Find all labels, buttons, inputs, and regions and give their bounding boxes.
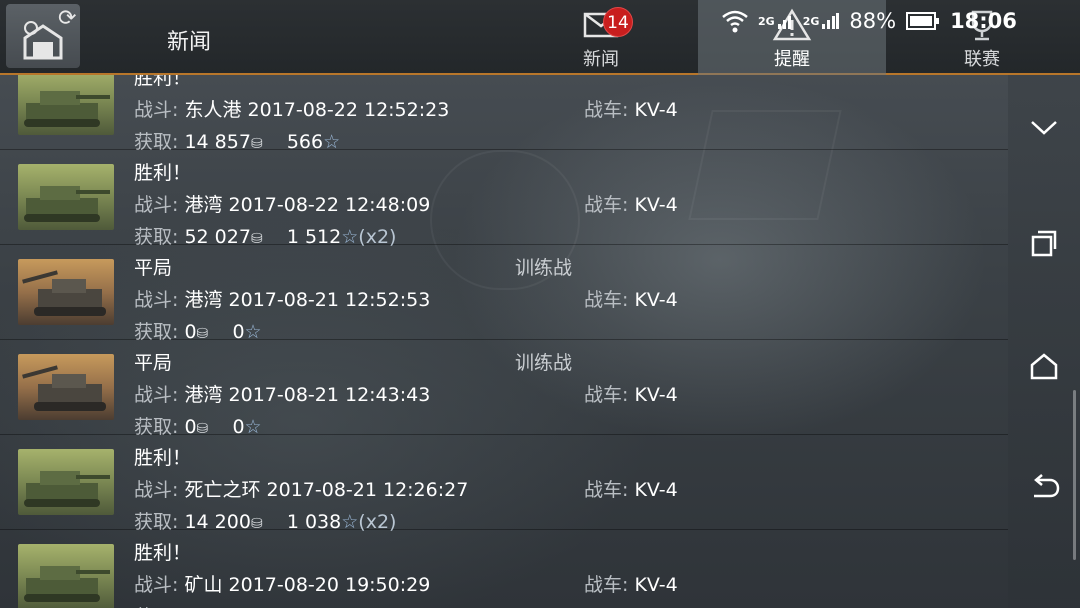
tank-name: KV-4 <box>634 479 678 501</box>
battle-label: 战斗: <box>134 99 179 121</box>
battle-datetime: 2017-08-20 19:50:29 <box>228 574 431 596</box>
tank-name: KV-4 <box>634 289 678 311</box>
battle-label: 战斗: <box>134 289 179 311</box>
battery-icon <box>906 12 940 30</box>
battle-mode: 训练战 <box>515 352 573 374</box>
battery-percent: 88% <box>849 9 897 33</box>
chevron-down-icon <box>1031 121 1057 135</box>
page-title: 新闻 <box>167 30 212 55</box>
battle-info: 战斗: 港湾 2017-08-21 12:43:43 <box>134 380 430 407</box>
tank-name: KV-4 <box>634 194 678 216</box>
battle-result: 平局 <box>134 352 173 374</box>
battle-result: 胜利！ <box>134 542 192 564</box>
tank-label: 战车: <box>584 99 629 121</box>
battle-label: 战斗: <box>134 194 179 216</box>
tank-thumbnail <box>18 164 114 230</box>
battle-info: 战斗: 矿山 2017-08-20 19:50:29 <box>134 570 430 597</box>
tank-label: 战车: <box>584 574 629 596</box>
tank-info: 战车: KV-4 <box>584 570 678 597</box>
battle-result: 胜利！ <box>134 447 192 469</box>
tank-thumbnail <box>18 259 114 325</box>
battle-datetime: 2017-08-22 12:52:23 <box>247 99 450 121</box>
scrollbar[interactable] <box>1073 390 1076 560</box>
tab-news[interactable]: 14 新闻 <box>507 0 695 75</box>
clock: 18:06 <box>950 9 1017 33</box>
battle-row[interactable]: 胜利！ 战斗: 矿山 2017-08-20 19:50:29 战车: KV-4 获取:… <box>0 530 1008 608</box>
signal-icon-2 <box>822 13 840 29</box>
tank-label: 战车: <box>584 479 629 501</box>
tank-name: KV-4 <box>634 99 678 121</box>
battle-map: 港湾 <box>184 384 223 406</box>
system-nav-bar <box>1008 75 1080 608</box>
collapse-button[interactable] <box>1022 110 1066 146</box>
tank-label: 战车: <box>584 384 629 406</box>
battle-map: 港湾 <box>184 289 223 311</box>
tank-thumbnail <box>18 75 114 135</box>
tank-label: 战车: <box>584 289 629 311</box>
signal-icon-1 <box>777 16 791 29</box>
battle-row[interactable]: 胜利！ 战斗: 港湾 2017-08-22 12:48:09 战车: KV-4 获取:… <box>0 150 1008 248</box>
tank-thumbnail <box>18 354 114 420</box>
home-button[interactable] <box>1022 348 1066 384</box>
battle-map: 死亡之环 <box>184 479 261 501</box>
battle-row[interactable]: 平局 训练战 战斗: 港湾 2017-08-21 12:52:53 战车: KV-4 获… <box>0 245 1008 343</box>
battle-result: 胜利！ <box>134 162 192 184</box>
mail-icon-wrap: 14 <box>583 5 633 45</box>
earnings: 获取: 20 515⛁ 676☆ <box>134 602 340 608</box>
network-type-2: 2G <box>802 14 820 28</box>
battle-info: 战斗: 港湾 2017-08-21 12:52:53 <box>134 285 430 312</box>
tank-info: 战车: KV-4 <box>584 285 678 312</box>
battle-list: 胜利！ 战斗: 东人港 2017-08-22 12:52:23 战车: KV-4 获取… <box>0 75 1008 608</box>
battle-map: 矿山 <box>184 574 223 596</box>
battle-label: 战斗: <box>134 574 179 596</box>
battle-datetime: 2017-08-22 12:48:09 <box>228 194 431 216</box>
back-button[interactable] <box>1022 470 1066 506</box>
tank-info: 战车: KV-4 <box>584 380 678 407</box>
network-type-1: 2G <box>758 14 775 28</box>
battle-result: 胜利！ <box>134 75 192 89</box>
battle-map: 东人港 <box>184 99 242 121</box>
battle-label: 战斗: <box>134 479 179 501</box>
battle-datetime: 2017-08-21 12:52:53 <box>228 289 431 311</box>
battle-info: 战斗: 东人港 2017-08-22 12:52:23 <box>134 95 449 122</box>
tab-notifications-label: 提醒 <box>774 49 810 70</box>
battle-info: 战斗: 港湾 2017-08-22 12:48:09 <box>134 190 430 217</box>
tab-news-label: 新闻 <box>583 49 619 70</box>
battle-row[interactable]: 平局 训练战 战斗: 港湾 2017-08-21 12:43:43 战车: KV-4 获… <box>0 340 1008 438</box>
news-count-badge: 14 <box>603 7 633 37</box>
tank-name: KV-4 <box>634 384 678 406</box>
tank-thumbnail <box>18 544 114 608</box>
sync-icon[interactable]: ⟳ <box>58 6 76 31</box>
tank-name: KV-4 <box>634 574 678 596</box>
recent-apps-icon <box>1031 230 1057 257</box>
battle-row[interactable]: 胜利！ 战斗: 东人港 2017-08-22 12:52:23 战车: KV-4 获取… <box>0 75 1008 153</box>
tank-info: 战车: KV-4 <box>584 190 678 217</box>
back-arrow-icon <box>1034 474 1060 498</box>
top-bar: ⟳ 新闻 14 新闻 提醒 联赛 2G 2G 88% 18:06 <box>0 0 1080 75</box>
tank-thumbnail <box>18 449 114 515</box>
battle-mode: 训练战 <box>515 257 573 279</box>
status-bar: 2G 2G 88% 18:06 <box>720 6 1017 36</box>
recent-apps-button[interactable] <box>1022 225 1066 261</box>
battle-label: 战斗: <box>134 384 179 406</box>
battle-row[interactable]: 胜利！ 战斗: 死亡之环 2017-08-21 12:26:27 战车: KV-4 获… <box>0 435 1008 533</box>
tank-label: 战车: <box>584 194 629 216</box>
battle-datetime: 2017-08-21 12:26:27 <box>266 479 469 501</box>
wifi-icon <box>722 10 748 33</box>
tab-league-label: 联赛 <box>964 49 1000 70</box>
tank-info: 战车: KV-4 <box>584 475 678 502</box>
tank-info: 战车: KV-4 <box>584 95 678 122</box>
battle-datetime: 2017-08-21 12:43:43 <box>228 384 431 406</box>
battle-result: 平局 <box>134 257 173 279</box>
battle-info: 战斗: 死亡之环 2017-08-21 12:26:27 <box>134 475 468 502</box>
battle-map: 港湾 <box>184 194 223 216</box>
home-icon <box>1030 353 1058 380</box>
